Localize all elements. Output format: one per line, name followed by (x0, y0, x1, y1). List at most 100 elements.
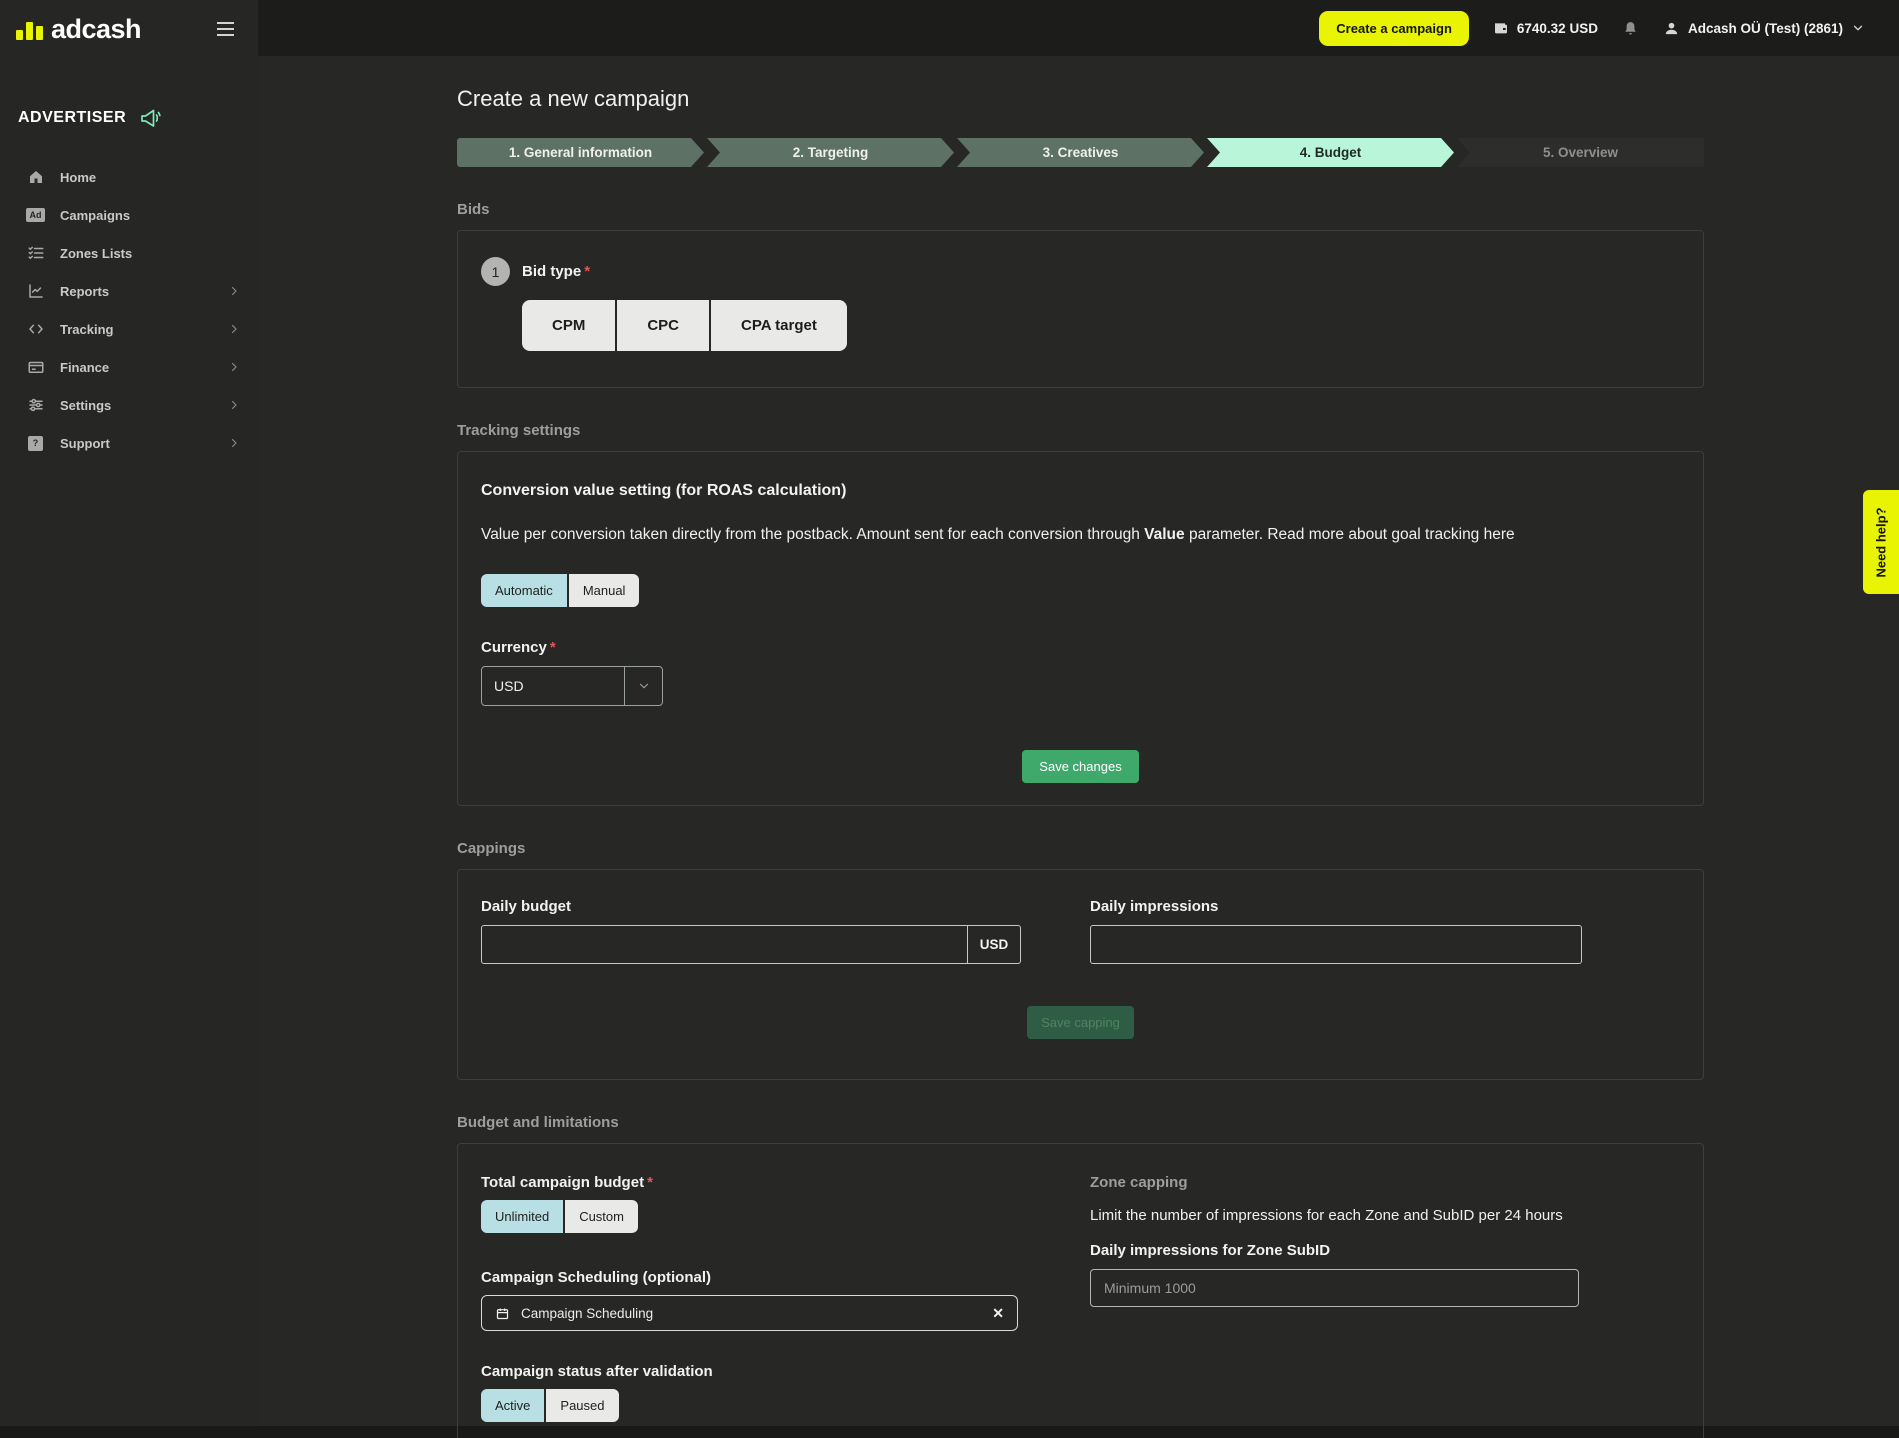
campaign-scheduling-label: Campaign Scheduling (optional) (481, 1269, 1018, 1286)
sidebar-item-label: Zones Lists (60, 246, 132, 261)
chevron-right-icon (228, 437, 240, 449)
chevron-right-icon (228, 323, 240, 335)
step-creatives[interactable]: 3. Creatives (957, 138, 1204, 167)
sidebar-item-settings[interactable]: Settings (0, 386, 258, 424)
sidebar-item-label: Finance (60, 360, 109, 375)
bid-type-cpc-button[interactable]: CPC (615, 300, 709, 351)
step-budget[interactable]: 4. Budget (1207, 138, 1454, 167)
step-general-information[interactable]: 1. General information (457, 138, 704, 167)
campaign-status-label: Campaign status after validation (481, 1363, 1018, 1380)
save-capping-button[interactable]: Save capping (1027, 1006, 1134, 1039)
tracking-settings-heading: Tracking settings (457, 422, 1704, 439)
daily-budget-field-group: USD (481, 925, 1021, 964)
step-number-badge: 1 (481, 257, 510, 286)
calendar-icon (495, 1306, 510, 1321)
campaign-scheduling-placeholder: Campaign Scheduling (521, 1306, 653, 1321)
zone-subid-label: Daily impressions for Zone SubID (1090, 1242, 1680, 1259)
budget-custom-button[interactable]: Custom (563, 1200, 638, 1233)
support-icon: ? (26, 436, 45, 451)
portal-row: ADVERTISER (18, 106, 258, 130)
zone-capping-description: Limit the number of impressions for each… (1090, 1207, 1680, 1224)
currency-select[interactable]: USD (481, 666, 663, 706)
chevron-right-icon (228, 399, 240, 411)
currency-label: Currency* (481, 639, 1680, 656)
sidebar-item-campaigns[interactable]: Ad Campaigns (0, 196, 258, 234)
sidebar-item-finance[interactable]: Finance (0, 348, 258, 386)
sidebar-nav: Home Ad Campaigns Zones Lists (0, 158, 258, 462)
step-targeting[interactable]: 2. Targeting (707, 138, 954, 167)
budget-limitations-heading: Budget and limitations (457, 1114, 1704, 1131)
daily-impressions-label: Daily impressions (1090, 898, 1582, 915)
required-marker: * (584, 263, 590, 280)
zone-capping-heading: Zone capping (1090, 1174, 1680, 1191)
step-overview[interactable]: 5. Overview (1457, 138, 1704, 167)
sidebar-item-reports[interactable]: Reports (0, 272, 258, 310)
finance-icon (26, 358, 45, 376)
clear-scheduling-icon[interactable]: ✕ (992, 1305, 1004, 1322)
menu-toggle-icon[interactable] (213, 18, 238, 40)
chevron-down-icon (624, 667, 662, 705)
bid-type-cpa-target-button[interactable]: CPA target (709, 300, 847, 351)
currency-suffix: USD (967, 926, 1020, 963)
sidebar-item-label: Tracking (60, 322, 113, 337)
required-marker: * (550, 639, 556, 656)
need-help-tab[interactable]: Need help? (1863, 490, 1899, 594)
budget-limitations-panel: Total campaign budget* Unlimited Custom … (457, 1143, 1704, 1438)
conversion-value-description: Value per conversion taken directly from… (481, 526, 1680, 544)
tracking-icon (26, 320, 45, 338)
sidebar-item-label: Campaigns (60, 208, 130, 223)
settings-icon (26, 396, 45, 414)
mode-manual-button[interactable]: Manual (567, 574, 640, 607)
conversion-value-heading: Conversion value setting (for ROAS calcu… (481, 482, 1680, 500)
cappings-heading: Cappings (457, 840, 1704, 857)
user-icon (1663, 20, 1680, 37)
home-icon (26, 168, 45, 186)
balance-amount: 6740.32 USD (1517, 21, 1598, 36)
bid-type-cpm-button[interactable]: CPM (522, 300, 615, 351)
total-budget-toggle: Unlimited Custom (481, 1200, 638, 1233)
need-help-label: Need help? (1874, 507, 1889, 577)
bid-type-options: CPM CPC CPA target (522, 300, 847, 351)
create-campaign-button[interactable]: Create a campaign (1319, 11, 1469, 46)
status-active-button[interactable]: Active (481, 1389, 544, 1422)
content-column: Create a new campaign 1. General informa… (457, 86, 1704, 1438)
bids-heading: Bids (457, 201, 1704, 218)
campaign-status-toggle: Active Paused (481, 1389, 619, 1422)
sidebar: adcash ADVERTISER Home (0, 0, 258, 1426)
zones-lists-icon (26, 244, 45, 262)
zone-subid-input[interactable] (1090, 1269, 1579, 1307)
daily-impressions-input[interactable] (1091, 926, 1581, 963)
status-paused-button[interactable]: Paused (544, 1389, 618, 1422)
sidebar-item-label: Settings (60, 398, 111, 413)
campaign-scheduling-field[interactable]: Campaign Scheduling ✕ (481, 1295, 1018, 1331)
save-changes-button[interactable]: Save changes (1022, 750, 1138, 783)
currency-selected-value: USD (482, 678, 624, 694)
sidebar-item-label: Reports (60, 284, 109, 299)
chevron-right-icon (228, 361, 240, 373)
reports-icon (26, 282, 45, 300)
logo-text: adcash (51, 16, 141, 43)
chevron-down-icon (1851, 21, 1865, 35)
balance-menu[interactable]: 6740.32 USD (1493, 20, 1598, 36)
sidebar-item-label: Support (60, 436, 110, 451)
sidebar-item-tracking[interactable]: Tracking (0, 310, 258, 348)
portal-label: ADVERTISER (18, 109, 126, 127)
required-marker: * (647, 1174, 653, 1191)
total-budget-label: Total campaign budget* (481, 1174, 1018, 1191)
daily-budget-input[interactable] (482, 926, 967, 963)
app-window: adcash ADVERTISER Home (0, 0, 1899, 1426)
conversion-mode-toggle: Automatic Manual (481, 574, 639, 607)
daily-impressions-field-group (1090, 925, 1582, 964)
sidebar-header: adcash (0, 0, 258, 58)
daily-budget-label: Daily budget (481, 898, 1021, 915)
sidebar-item-support[interactable]: ? Support (0, 424, 258, 462)
mode-automatic-button[interactable]: Automatic (481, 574, 567, 607)
notifications-bell-icon[interactable] (1622, 20, 1639, 37)
sidebar-item-home[interactable]: Home (0, 158, 258, 196)
adcash-logo[interactable]: adcash (16, 16, 141, 43)
sidebar-item-zones-lists[interactable]: Zones Lists (0, 234, 258, 272)
budget-unlimited-button[interactable]: Unlimited (481, 1200, 563, 1233)
campaign-stepper: 1. General information 2. Targeting 3. C… (457, 138, 1704, 167)
account-menu[interactable]: Adcash OÜ (Test) (2861) (1663, 20, 1865, 37)
chevron-right-icon (228, 285, 240, 297)
